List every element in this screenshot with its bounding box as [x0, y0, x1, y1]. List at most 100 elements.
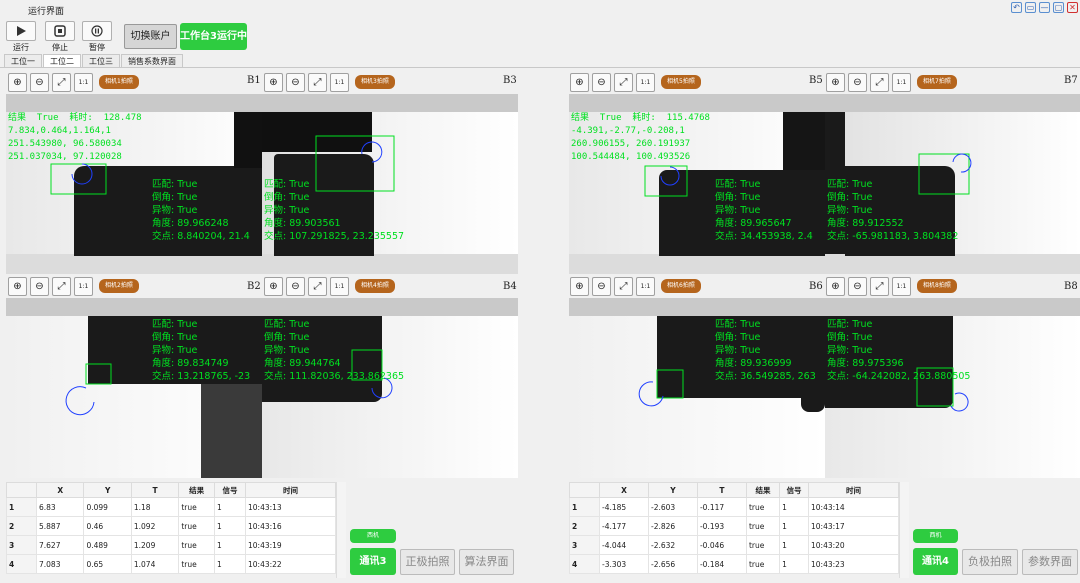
- stop-button[interactable]: 停止: [43, 21, 77, 53]
- run-button[interactable]: 运行: [4, 21, 38, 53]
- fit-icon[interactable]: ⤢: [870, 72, 889, 92]
- actual-size-icon[interactable]: 1:1: [636, 72, 655, 92]
- tab-station-2[interactable]: 工位二: [43, 54, 81, 68]
- folder-icon[interactable]: ▭: [1025, 2, 1036, 13]
- negative-capture-button[interactable]: 负极拍照: [962, 549, 1018, 575]
- zoom-in-icon[interactable]: ⊕: [264, 72, 283, 92]
- col-x: X: [599, 482, 649, 498]
- right-small-green-button[interactable]: 西机: [913, 529, 958, 543]
- camera-toolbar-b7: ⊕ ⊖ ⤢ 1:1 相机7拍照: [826, 71, 957, 93]
- zoom-out-icon[interactable]: ⊖: [848, 276, 867, 296]
- actual-size-icon[interactable]: 1:1: [892, 72, 911, 92]
- cell: 4: [6, 554, 37, 574]
- right-data-table: X Y T 结果 信号 时间 1 -4.185 -2.603 -0.117 true 1 1…: [569, 482, 899, 574]
- camera-toolbar-b3: ⊕ ⊖ ⤢ 1:1 相机3拍照: [264, 71, 395, 93]
- camera-5-capture-button[interactable]: 相机5拍照: [661, 75, 701, 89]
- left-data-table: X Y T 结果 信号 时间 1 6.83 0.099 1.18 true 1 10:43:…: [6, 482, 336, 574]
- camera-1-capture-button[interactable]: 相机1拍照: [99, 75, 139, 89]
- cell: 3: [569, 535, 600, 555]
- table-row[interactable]: 1 -4.185 -2.603 -0.117 true 1 10:43:14: [569, 497, 899, 517]
- fit-icon[interactable]: ⤢: [614, 72, 633, 92]
- table-row[interactable]: 2 5.887 0.46 1.092 true 1 10:43:16: [6, 516, 336, 536]
- left-table-scrollbar[interactable]: [336, 482, 346, 578]
- table-row[interactable]: 3 7.627 0.489 1.209 true 1 10:43:19: [6, 535, 336, 555]
- camera-image-b4: 匹配: True 倒角: True 异物: True 角度: 89.944764…: [262, 298, 518, 478]
- camera-8-capture-button[interactable]: 相机8拍照: [917, 279, 957, 293]
- positive-capture-button[interactable]: 正极拍照: [400, 549, 455, 575]
- actual-size-icon[interactable]: 1:1: [330, 72, 349, 92]
- camera-toolbar-b2: ⊕ ⊖ ⤢ 1:1 相机2拍照: [8, 275, 139, 297]
- cell: 5.887: [35, 516, 85, 536]
- camera-4-capture-button[interactable]: 相机4拍照: [355, 279, 395, 293]
- fit-icon[interactable]: ⤢: [52, 276, 71, 296]
- col-signal: 信号: [213, 482, 247, 498]
- zoom-out-icon[interactable]: ⊖: [286, 276, 305, 296]
- camera-id-b4: B4: [503, 281, 517, 292]
- close-icon[interactable]: ✕: [1067, 2, 1078, 13]
- tab-station-1[interactable]: 工位一: [4, 54, 42, 68]
- table-row[interactable]: 3 -4.044 -2.632 -0.046 true 1 10:43:20: [569, 535, 899, 555]
- actual-size-icon[interactable]: 1:1: [74, 276, 93, 296]
- camera-6-capture-button[interactable]: 相机6拍照: [661, 279, 701, 293]
- camera-7-capture-button[interactable]: 相机7拍照: [917, 75, 957, 89]
- cell: 4: [569, 554, 600, 574]
- zoom-out-icon[interactable]: ⊖: [592, 72, 611, 92]
- zoom-in-icon[interactable]: ⊕: [570, 72, 589, 92]
- tab-station-3[interactable]: 工位三: [82, 54, 120, 68]
- zoom-in-icon[interactable]: ⊕: [264, 276, 283, 296]
- fit-icon[interactable]: ⤢: [614, 276, 633, 296]
- camera-id-b2: B2: [247, 281, 261, 292]
- fit-icon[interactable]: ⤢: [308, 276, 327, 296]
- zoom-out-icon[interactable]: ⊖: [30, 276, 49, 296]
- comm-4-button[interactable]: 通讯4: [913, 548, 958, 575]
- fit-icon[interactable]: ⤢: [870, 276, 889, 296]
- actual-size-icon[interactable]: 1:1: [892, 276, 911, 296]
- pause-label: 暂停: [89, 43, 105, 52]
- comm-3-button[interactable]: 通讯3: [350, 548, 396, 575]
- table-row[interactable]: 2 -4.177 -2.826 -0.193 true 1 10:43:17: [569, 516, 899, 536]
- pause-icon: [91, 25, 103, 37]
- col-y: Y: [83, 482, 132, 498]
- cell: 1: [779, 554, 809, 574]
- tab-sales-coefficient[interactable]: 销售系数界面: [121, 54, 183, 68]
- maximize-icon[interactable]: ▢: [1053, 2, 1064, 13]
- parameters-screen-button[interactable]: 参数界面: [1022, 549, 1078, 575]
- result-b6: 匹配: True 倒角: True 异物: True 角度: 89.936999…: [715, 319, 816, 382]
- zoom-out-icon[interactable]: ⊖: [592, 276, 611, 296]
- camera-image-b7: 匹配: True 倒角: True 异物: True 角度: 89.912552…: [825, 94, 1080, 274]
- zoom-in-icon[interactable]: ⊕: [8, 276, 27, 296]
- result-b2: 匹配: True 倒角: True 异物: True 角度: 89.834749…: [152, 319, 251, 382]
- right-table-scrollbar[interactable]: [899, 482, 909, 578]
- actual-size-icon[interactable]: 1:1: [636, 276, 655, 296]
- camera-2-capture-button[interactable]: 相机2拍照: [99, 279, 139, 293]
- result-header-left: 结果 True 耗时: 128.478 7.834,0.464,1.164,1 …: [8, 113, 142, 162]
- cell: 1.18: [130, 497, 180, 517]
- zoom-in-icon[interactable]: ⊕: [826, 276, 845, 296]
- actual-size-icon[interactable]: 1:1: [74, 72, 93, 92]
- actual-size-icon[interactable]: 1:1: [330, 276, 349, 296]
- cell: 10:43:17: [808, 516, 899, 536]
- fit-icon[interactable]: ⤢: [308, 72, 327, 92]
- pause-button[interactable]: 暂停: [80, 21, 114, 53]
- minimize-icon[interactable]: —: [1039, 2, 1050, 13]
- left-small-green-button[interactable]: 西机: [350, 529, 396, 543]
- zoom-in-icon[interactable]: ⊕: [8, 72, 27, 92]
- fit-icon[interactable]: ⤢: [52, 72, 71, 92]
- zoom-in-icon[interactable]: ⊕: [570, 276, 589, 296]
- zoom-out-icon[interactable]: ⊖: [848, 72, 867, 92]
- table-row[interactable]: 4 -3.303 -2.656 -0.184 true 1 10:43:23: [569, 554, 899, 574]
- camera-id-b1: B1: [247, 75, 261, 86]
- switch-account-button[interactable]: 切换账户: [124, 24, 177, 49]
- camera-toolbar-b6: ⊕ ⊖ ⤢ 1:1 相机6拍照: [570, 275, 701, 297]
- table-row[interactable]: 4 7.083 0.65 1.074 true 1 10:43:22: [6, 554, 336, 574]
- zoom-in-icon[interactable]: ⊕: [826, 72, 845, 92]
- algorithm-screen-button[interactable]: 算法界面: [459, 549, 514, 575]
- camera-3-capture-button[interactable]: 相机3拍照: [355, 75, 395, 89]
- zoom-out-icon[interactable]: ⊖: [30, 72, 49, 92]
- station-status-button[interactable]: 工作台3运行中: [180, 23, 247, 50]
- cell: 1: [213, 554, 247, 574]
- table-row[interactable]: 1 6.83 0.099 1.18 true 1 10:43:13: [6, 497, 336, 517]
- back-icon[interactable]: ↶: [1011, 2, 1022, 13]
- zoom-out-icon[interactable]: ⊖: [286, 72, 305, 92]
- cell: 1: [779, 516, 809, 536]
